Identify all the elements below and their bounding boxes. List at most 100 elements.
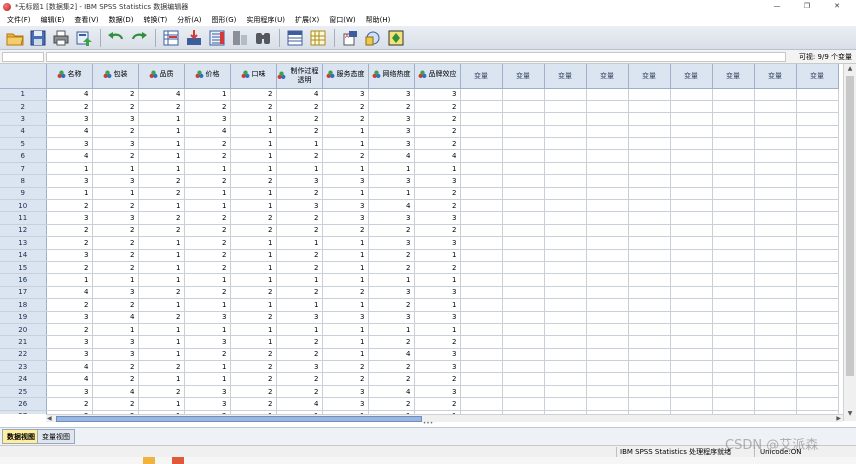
empty-cell[interactable] <box>754 273 797 287</box>
data-cell[interactable]: 4 <box>46 372 93 386</box>
data-cell[interactable]: 1 <box>368 187 415 201</box>
empty-cell[interactable] <box>586 360 629 374</box>
data-cell[interactable]: 2 <box>276 286 323 300</box>
data-cell[interactable]: 1 <box>368 323 415 337</box>
scroll-down-icon[interactable]: ▼ <box>846 410 854 418</box>
data-cell[interactable]: 2 <box>184 149 231 163</box>
empty-variable-header[interactable]: 变量 <box>586 64 629 89</box>
empty-cell[interactable] <box>712 100 755 114</box>
data-cell[interactable]: 1 <box>276 273 323 287</box>
data-cell[interactable]: 2 <box>138 286 185 300</box>
data-cell[interactable]: 2 <box>368 360 415 374</box>
empty-cell[interactable] <box>670 149 713 163</box>
data-cell[interactable]: 1 <box>322 298 369 312</box>
data-cell[interactable]: 3 <box>46 249 93 262</box>
row-number[interactable]: 10 <box>0 199 47 213</box>
data-cell[interactable]: 4 <box>368 199 415 213</box>
empty-cell[interactable] <box>754 199 797 213</box>
data-cell[interactable]: 2 <box>230 348 277 362</box>
empty-cell[interactable] <box>502 100 545 114</box>
data-cell[interactable]: 1 <box>230 323 277 337</box>
data-cell[interactable]: 1 <box>322 125 369 139</box>
empty-variable-header[interactable]: 变量 <box>712 64 755 89</box>
empty-cell[interactable] <box>586 249 629 262</box>
data-cell[interactable]: 4 <box>46 286 93 300</box>
empty-cell[interactable] <box>796 397 839 411</box>
data-cell[interactable]: 2 <box>276 149 323 163</box>
data-cell[interactable]: 2 <box>414 199 461 213</box>
variable-header[interactable]: 服务态度 <box>322 64 369 89</box>
empty-cell[interactable] <box>628 88 671 101</box>
data-cell[interactable]: 2 <box>184 137 231 151</box>
data-cell[interactable]: 1 <box>230 273 277 287</box>
data-cell[interactable]: 1 <box>414 249 461 262</box>
empty-cell[interactable] <box>754 137 797 151</box>
variable-header[interactable]: 名称 <box>46 64 93 89</box>
data-cell[interactable]: 2 <box>138 187 185 201</box>
empty-cell[interactable] <box>586 199 629 213</box>
empty-cell[interactable] <box>628 249 671 262</box>
empty-cell[interactable] <box>544 261 587 275</box>
data-cell[interactable]: 3 <box>46 385 93 399</box>
empty-cell[interactable] <box>712 261 755 275</box>
data-cell[interactable]: 2 <box>138 311 185 324</box>
empty-cell[interactable] <box>502 112 545 126</box>
data-cell[interactable]: 3 <box>322 88 369 101</box>
data-cell[interactable]: 1 <box>414 273 461 287</box>
data-cell[interactable]: 1 <box>184 360 231 374</box>
insert-variable-icon[interactable] <box>307 28 329 48</box>
variable-header[interactable]: 品质 <box>138 64 185 89</box>
data-cell[interactable]: 2 <box>92 298 139 312</box>
empty-cell[interactable] <box>502 88 545 101</box>
data-cell[interactable]: 2 <box>414 112 461 126</box>
data-cell[interactable]: 1 <box>276 298 323 312</box>
data-cell[interactable]: 1 <box>276 137 323 151</box>
data-cell[interactable]: 1 <box>230 199 277 213</box>
data-cell[interactable]: 2 <box>184 236 231 250</box>
data-cell[interactable]: 4 <box>414 149 461 163</box>
empty-cell[interactable] <box>460 273 503 287</box>
undo-icon[interactable] <box>105 28 127 48</box>
empty-cell[interactable] <box>670 137 713 151</box>
empty-cell[interactable] <box>712 236 755 250</box>
empty-variable-header[interactable]: 变量 <box>502 64 545 89</box>
data-cell[interactable]: 2 <box>322 224 369 238</box>
empty-cell[interactable] <box>628 348 671 362</box>
data-cell[interactable]: 2 <box>414 261 461 275</box>
row-number[interactable]: 7 <box>0 162 47 176</box>
data-cell[interactable]: 1 <box>138 137 185 151</box>
data-cell[interactable]: 2 <box>414 187 461 201</box>
empty-cell[interactable] <box>544 187 587 201</box>
variable-header[interactable]: 制作过程透明 <box>276 64 323 89</box>
data-cell[interactable]: 3 <box>322 397 369 411</box>
insert-cases-icon[interactable] <box>284 28 306 48</box>
vertical-scroll-thumb[interactable] <box>846 76 854 376</box>
empty-cell[interactable] <box>670 298 713 312</box>
data-cell[interactable]: 3 <box>414 236 461 250</box>
empty-cell[interactable] <box>628 372 671 386</box>
data-cell[interactable]: 3 <box>92 335 139 349</box>
empty-cell[interactable] <box>544 199 587 213</box>
data-cell[interactable]: 2 <box>92 261 139 275</box>
empty-cell[interactable] <box>586 397 629 411</box>
empty-cell[interactable] <box>712 323 755 337</box>
empty-cell[interactable] <box>754 187 797 201</box>
empty-cell[interactable] <box>628 385 671 399</box>
data-cell[interactable]: 2 <box>322 286 369 300</box>
data-cell[interactable]: 2 <box>46 100 93 114</box>
data-cell[interactable]: 2 <box>184 286 231 300</box>
empty-cell[interactable] <box>628 149 671 163</box>
empty-cell[interactable] <box>754 100 797 114</box>
empty-cell[interactable] <box>460 397 503 411</box>
scroll-left-icon[interactable]: ◀ <box>47 415 52 422</box>
empty-cell[interactable] <box>712 372 755 386</box>
empty-cell[interactable] <box>628 298 671 312</box>
empty-cell[interactable] <box>712 335 755 349</box>
empty-cell[interactable] <box>754 224 797 238</box>
empty-cell[interactable] <box>754 397 797 411</box>
data-cell[interactable]: 3 <box>184 112 231 126</box>
empty-cell[interactable] <box>712 88 755 101</box>
data-cell[interactable]: 2 <box>414 100 461 114</box>
data-cell[interactable]: 3 <box>414 311 461 324</box>
variable-header[interactable]: 价格 <box>184 64 231 89</box>
